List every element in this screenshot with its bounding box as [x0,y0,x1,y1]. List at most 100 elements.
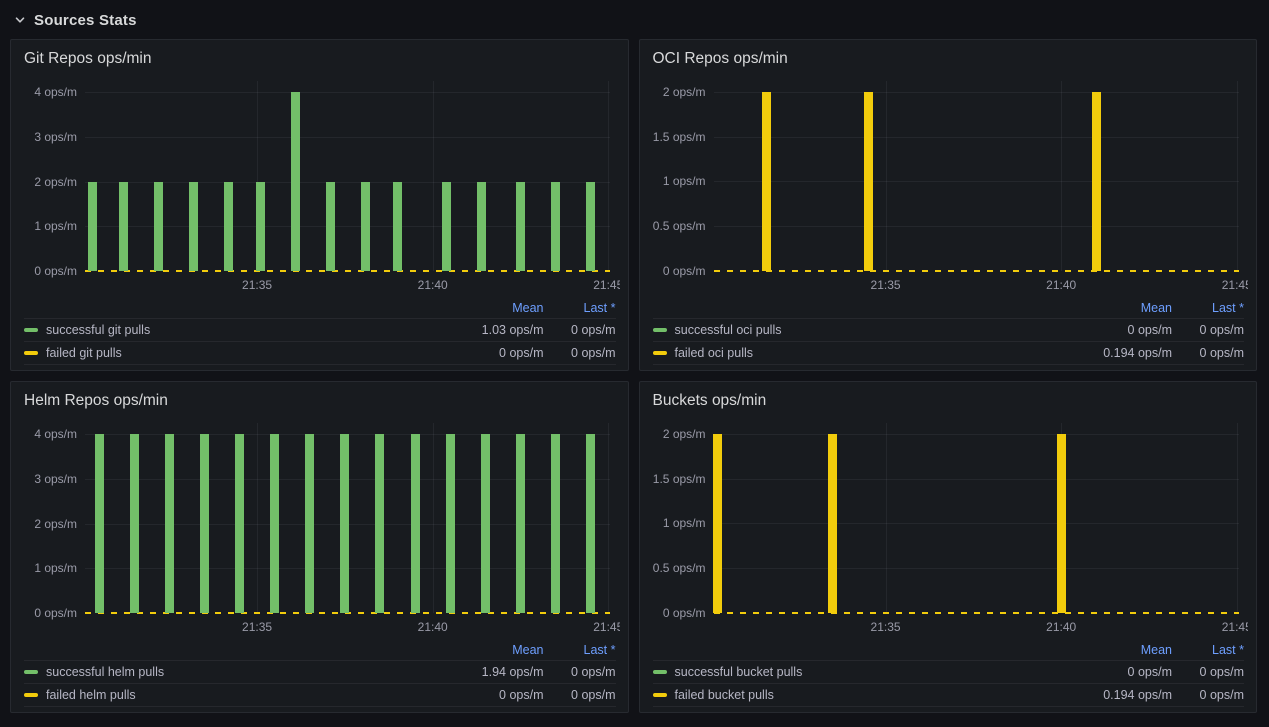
series-color-swatch [653,670,667,674]
y-axis-tick-label: 0 ops/m [19,606,77,620]
panel-title[interactable]: Git Repos ops/min [11,40,628,71]
legend-header-last[interactable]: Last * [544,643,616,657]
series-color-swatch [24,693,38,697]
data-bar [516,182,525,271]
data-bar [477,182,486,271]
legend-header-mean[interactable]: Mean [1077,643,1172,657]
panel-title[interactable]: Helm Repos ops/min [11,382,628,413]
data-bar [411,434,420,613]
series-label[interactable]: successful bucket pulls [675,665,1078,679]
data-bar [291,92,300,271]
y-axis-tick-label: 1 ops/m [19,561,77,575]
data-bar [586,182,595,271]
series-label[interactable]: failed oci pulls [675,346,1078,360]
grid-line-vertical [886,81,887,271]
grid-line-horizontal [714,523,1239,524]
series-mean-value: 0 ops/m [449,688,544,702]
x-axis-tick-label: 21:45 [1212,620,1248,634]
grid-line-horizontal [714,92,1239,93]
data-bar [224,182,233,271]
legend-header-last[interactable]: Last * [1172,301,1244,315]
grid-line-vertical [608,423,609,613]
legend-header-mean[interactable]: Mean [1077,301,1172,315]
x-axis-tick-label: 21:35 [861,278,911,292]
series-color-swatch [653,693,667,697]
data-bar [154,182,163,271]
chevron-down-icon [14,14,26,26]
data-bar [130,434,139,613]
y-axis-tick-label: 4 ops/m [19,85,77,99]
series-mean-value: 1.03 ops/m [449,323,544,337]
data-bar [326,182,335,271]
grid-line-vertical [1237,423,1238,613]
legend-header-mean[interactable]: Mean [449,301,544,315]
x-axis-tick-label: 21:45 [1212,278,1248,292]
legend: Mean Last * successful oci pulls 0 ops/m… [653,299,1245,365]
section-header-sources-stats[interactable]: Sources Stats [0,0,1269,36]
timeseries-chart[interactable]: 21:3521:4021:450 ops/m0.5 ops/m1 ops/m1.… [648,413,1249,639]
legend: Mean Last * successful git pulls 1.03 op… [24,299,616,365]
data-bar [88,182,97,271]
series-color-swatch [24,670,38,674]
series-label[interactable]: successful git pulls [46,323,449,337]
legend-row: failed oci pulls 0.194 ops/m 0 ops/m [653,341,1245,365]
data-bar [235,434,244,613]
data-bar [95,434,104,613]
series-color-swatch [653,351,667,355]
series-last-value: 0 ops/m [544,688,616,702]
legend-header-row: Mean Last * [24,641,616,660]
panel-title[interactable]: OCI Repos ops/min [640,40,1257,71]
timeseries-chart[interactable]: 21:3521:4021:450 ops/m0.5 ops/m1 ops/m1.… [648,71,1249,297]
data-bar [516,434,525,613]
panel-helm-repos: Helm Repos ops/min 21:3521:4021:450 ops/… [10,381,629,713]
data-bar [1092,92,1101,271]
y-axis-tick-label: 0 ops/m [648,264,706,278]
grid-line-vertical [433,423,434,613]
y-axis-tick-label: 1 ops/m [648,174,706,188]
series-label[interactable]: failed bucket pulls [675,688,1078,702]
grid-line-vertical [257,423,258,613]
section-title: Sources Stats [34,12,137,29]
series-label[interactable]: successful helm pulls [46,665,449,679]
legend-header-last[interactable]: Last * [1172,643,1244,657]
series-color-swatch [24,351,38,355]
series-mean-value: 0 ops/m [1077,665,1172,679]
series-last-value: 0 ops/m [544,346,616,360]
grid-line-horizontal [85,92,610,93]
grid-line-horizontal [714,434,1239,435]
zero-value-dashed-line [85,270,610,272]
x-axis-tick-label: 21:40 [1036,620,1086,634]
timeseries-chart[interactable]: 21:3521:4021:450 ops/m1 ops/m2 ops/m3 op… [19,413,620,639]
series-last-value: 0 ops/m [544,323,616,337]
y-axis-tick-label: 3 ops/m [19,130,77,144]
series-label[interactable]: failed git pulls [46,346,449,360]
data-bar [762,92,771,271]
data-bar [305,434,314,613]
legend-header-last[interactable]: Last * [544,301,616,315]
y-axis-tick-label: 2 ops/m [19,175,77,189]
zero-value-dashed-line [714,612,1239,614]
x-axis-tick-label: 21:35 [232,620,282,634]
x-axis-tick-label: 21:40 [408,278,458,292]
series-last-value: 0 ops/m [1172,346,1244,360]
legend-header-row: Mean Last * [653,299,1245,318]
y-axis-tick-label: 2 ops/m [19,517,77,531]
panel-title[interactable]: Buckets ops/min [640,382,1257,413]
y-axis-tick-label: 2 ops/m [648,427,706,441]
x-axis-tick-label: 21:45 [583,620,619,634]
series-last-value: 0 ops/m [1172,323,1244,337]
series-color-swatch [24,328,38,332]
data-bar [189,182,198,271]
y-axis-tick-label: 3 ops/m [19,472,77,486]
grid-line-vertical [433,81,434,271]
series-last-value: 0 ops/m [1172,665,1244,679]
timeseries-chart[interactable]: 21:3521:4021:450 ops/m1 ops/m2 ops/m3 op… [19,71,620,297]
series-label[interactable]: failed helm pulls [46,688,449,702]
legend-row: successful git pulls 1.03 ops/m 0 ops/m [24,318,616,341]
data-bar [270,434,279,613]
zero-value-dashed-line [714,270,1239,272]
grid-line-vertical [1061,81,1062,271]
legend-header-mean[interactable]: Mean [449,643,544,657]
series-label[interactable]: successful oci pulls [675,323,1078,337]
data-bar [828,434,837,613]
